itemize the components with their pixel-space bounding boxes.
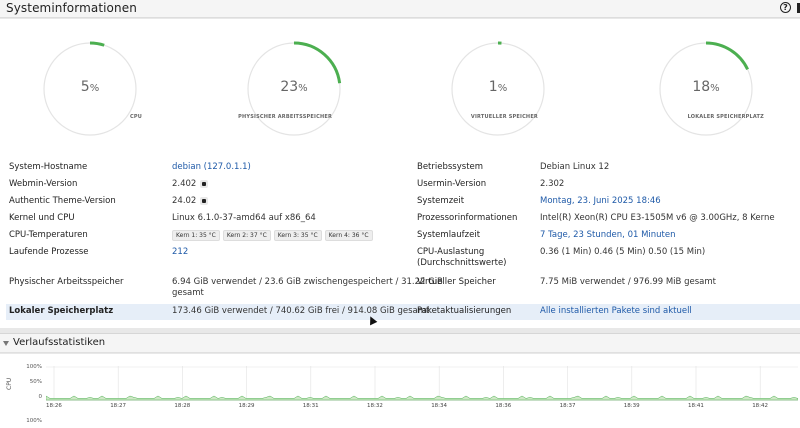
temp-chip: Kern 1: 35 °C xyxy=(172,230,220,241)
virtual-memory-gauge-value: 1% xyxy=(488,79,508,95)
memory-label: Physischer Arbeitsspeicher xyxy=(9,277,124,287)
processes-link[interactable]: 212 xyxy=(172,247,188,258)
disk-value: 173.46 GiB verwendet / 740.62 GiB frei /… xyxy=(172,306,430,316)
webmin-version-label: Webmin-Version xyxy=(9,179,78,189)
x-tick: 18:32 xyxy=(367,403,383,409)
hostname-label: System-Hostname xyxy=(9,162,88,172)
virtual-memory-gauge: 1% VIRTUELLER SPEICHER xyxy=(448,39,548,139)
disk-gauge: 18% LOKALER SPEICHERPLATZ xyxy=(656,39,764,139)
disk-gauge-value: 18% xyxy=(692,79,720,95)
processes-label: Laufende Prozesse xyxy=(9,247,89,257)
table-row: Physischer Arbeitsspeicher 6.94 GiB verw… xyxy=(6,277,800,301)
disk-gauge-arc xyxy=(705,41,749,71)
cpu-gauge-caption: CPU xyxy=(130,114,142,120)
table-row: Authentic Theme-Version 24.02 Systemzeit… xyxy=(6,196,800,208)
webmin-version-value: 2.402 xyxy=(172,179,209,190)
theme-version-value: 24.02 xyxy=(172,196,209,207)
memory-gauge: 23% PHYSISCHER ARBEITSSPEICHER xyxy=(238,39,344,139)
load-label: CPU-Auslastung (Durchschnittswerte) xyxy=(417,247,507,268)
x-tick: 18:42 xyxy=(752,403,769,409)
info-icon[interactable] xyxy=(200,179,209,188)
kernel-label: Kernel und CPU xyxy=(9,213,75,223)
page-title: Systeminformationen xyxy=(6,1,137,15)
cpu-gauge-arc xyxy=(89,41,105,47)
cpu-gauge-value: 5% xyxy=(80,79,100,95)
load-value: 0.36 (1 Min) 0.46 (5 Min) 0.50 (15 Min) xyxy=(540,247,706,257)
os-value: Debian Linux 12 xyxy=(540,162,610,172)
palette-icon[interactable] xyxy=(200,196,209,205)
hostname-link[interactable]: debian (127.0.1.1) xyxy=(172,162,251,173)
page-header: Systeminformationen ? xyxy=(0,0,800,18)
memory-gauge-arc xyxy=(293,41,342,84)
temp-chip: Kern 3: 35 °C xyxy=(273,230,322,241)
x-tick: 18:39 xyxy=(623,403,640,409)
memory-gauge-value: 23% xyxy=(280,79,308,95)
cpu-usage-area xyxy=(46,395,798,401)
help-icon[interactable]: ? xyxy=(780,2,791,13)
cpu-history-chart xyxy=(46,366,798,401)
temp-chip: Kern 2: 37 °C xyxy=(222,230,271,241)
history-section-header[interactable]: Verlaufsstatistiken xyxy=(0,333,800,353)
history-chart-area: CPU 100% 50% 0 100% 18:26 18:27 18:28 18:29… xyxy=(0,354,800,428)
virtual-memory-label: Virtueller Speicher xyxy=(417,277,496,287)
theme-version-label: Authentic Theme-Version xyxy=(9,196,116,206)
x-tick: 18:29 xyxy=(238,403,255,409)
x-tick: 18:37 xyxy=(559,403,576,409)
y-tick: 0 xyxy=(38,394,43,400)
table-row: Webmin-Version 2.402 Usermin-Version 2.3… xyxy=(6,179,800,191)
table-row: CPU-Temperaturen Kern 1: 35 °C Kern 2: 37… xyxy=(6,230,800,242)
virtual-memory-gauge-caption: VIRTUELLER SPEICHER xyxy=(470,114,538,120)
x-tick: 18:26 xyxy=(46,403,62,409)
usermin-version-label: Usermin-Version xyxy=(417,179,487,189)
x-tick: 18:31 xyxy=(302,403,319,409)
system-time-link[interactable]: Montag, 23. Juni 2025 18:46 xyxy=(540,196,661,207)
table-row-highlighted: Lokaler Speicherplatz 173.46 GiB verwend… xyxy=(6,304,800,320)
uptime-link[interactable]: 7 Tage, 23 Stunden, 01 Minuten xyxy=(540,230,676,241)
table-row: Kernel und CPU Linux 6.1.0-37-amd64 auf … xyxy=(6,213,800,225)
table-row: System-Hostname debian (127.0.1.1) Betri… xyxy=(6,162,800,174)
memory-gauge-caption: PHYSISCHER ARBEITSSPEICHER xyxy=(238,114,332,120)
cpu-temp-label: CPU-Temperaturen xyxy=(9,230,88,240)
os-label: Betriebssystem xyxy=(417,162,484,172)
x-tick: 18:28 xyxy=(174,403,191,409)
y-tick: 100% xyxy=(26,364,42,370)
system-time-label: Systemzeit xyxy=(417,196,465,206)
cpu-temp-chips: Kern 1: 35 °C Kern 2: 37 °C Kern 3: 35 °C K… xyxy=(172,230,376,241)
package-updates-link[interactable]: Alle installierten Pakete sind aktuell xyxy=(540,306,692,317)
y-tick: 100% xyxy=(26,418,42,424)
package-updates-label: Paketaktualisierungen xyxy=(417,306,512,316)
x-tick: 18:34 xyxy=(431,403,448,409)
cpu-info-label: Prozessorinformationen xyxy=(417,213,518,223)
chevron-down-icon[interactable] xyxy=(3,341,9,346)
disk-gauge-caption: LOKALER SPEICHERPLATZ xyxy=(687,114,764,120)
virtual-memory-value: 7.75 MiB verwendet / 976.99 MiB gesamt xyxy=(540,277,716,287)
history-title: Verlaufsstatistiken xyxy=(13,337,106,348)
disk-label: Lokaler Speicherplatz xyxy=(9,306,114,316)
kernel-value: Linux 6.1.0-37-amd64 auf x86_64 xyxy=(172,213,316,223)
temp-chip: Kern 4: 36 °C xyxy=(324,230,373,241)
x-tick: 18:41 xyxy=(688,403,704,409)
cpu-info-value: Intel(R) Xeon(R) CPU E3-1505M v6 @ 3.00G… xyxy=(540,213,775,223)
memory-value: 6.94 GiB verwendet / 23.6 GiB zwischenge… xyxy=(172,277,443,298)
x-tick: 18:36 xyxy=(495,403,512,409)
table-row: Laufende Prozesse 212 CPU-Auslastung (Dur… xyxy=(6,247,800,271)
x-tick: 18:27 xyxy=(110,403,127,409)
uptime-label: Systemlaufzeit xyxy=(417,230,481,240)
y-tick: 50% xyxy=(29,379,42,385)
cpu-gauge: 5% CPU xyxy=(40,39,142,139)
system-info-panel: 5% CPU 23% PHYSISCHER ARBEITSSPEICHER 1%… xyxy=(0,19,800,328)
usermin-version-value: 2.302 xyxy=(540,179,565,189)
